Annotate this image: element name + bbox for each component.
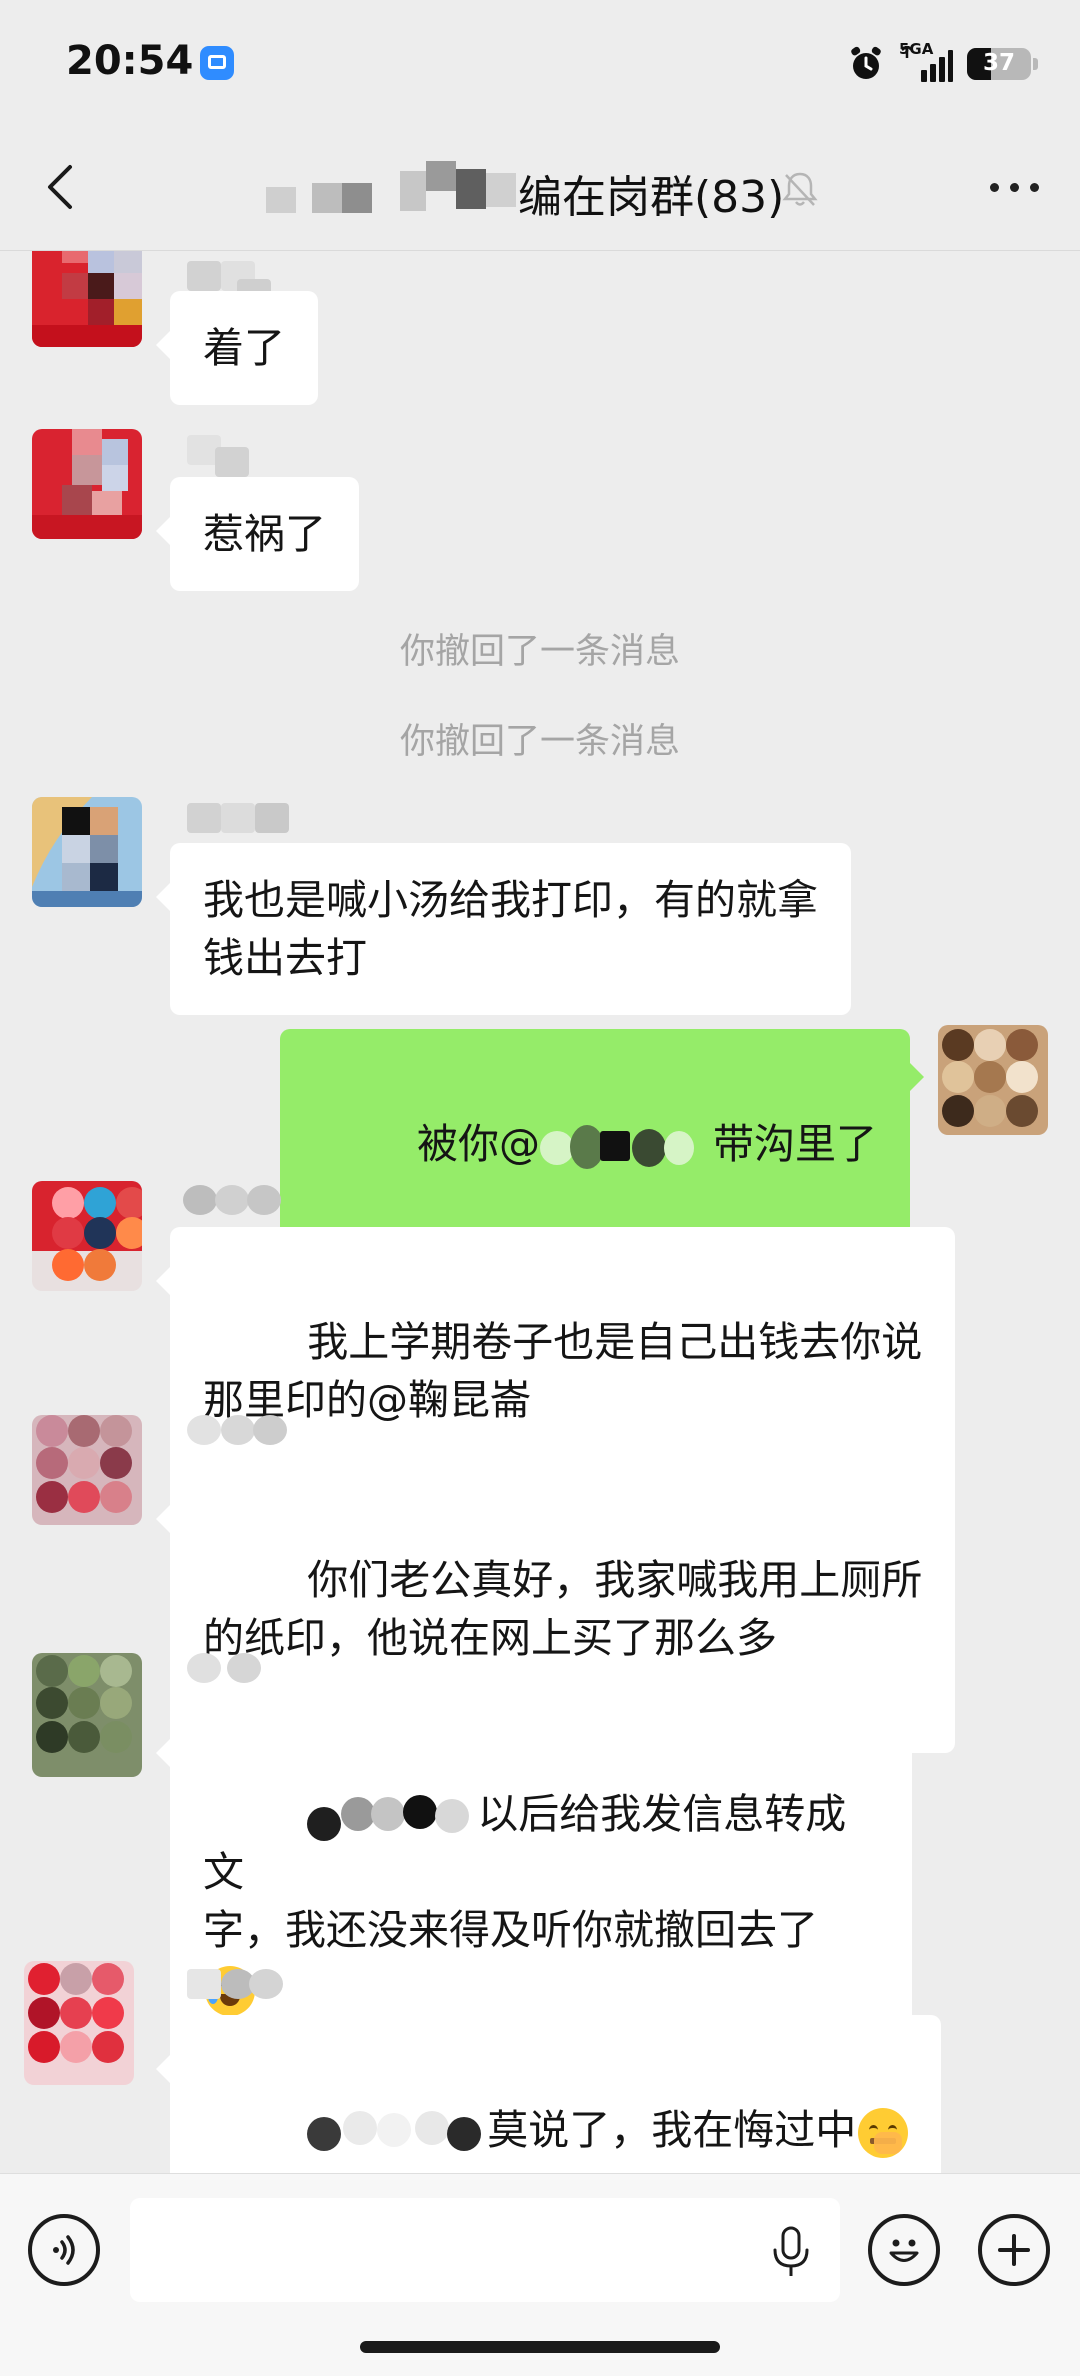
mention-redacted-blur xyxy=(539,1125,700,1169)
sender-avatar[interactable] xyxy=(32,797,142,907)
sender-avatar[interactable] xyxy=(32,1181,142,1291)
sender-avatar[interactable] xyxy=(32,1653,142,1777)
chat-title-area[interactable]: 编在岗群(83) xyxy=(250,155,830,223)
message-bubble[interactable]: 莫说了，我在悔过中 xyxy=(155,2015,942,2173)
chat-header: 编在岗群(83) xyxy=(0,125,1080,251)
message-text: 莫说了，我在悔过中 xyxy=(487,2106,857,2154)
message-input[interactable] xyxy=(130,2198,840,2302)
battery-nub xyxy=(1033,58,1038,70)
bell-off-icon xyxy=(780,169,820,213)
network-type: 5GA xyxy=(899,40,934,58)
message-text: 我上学期卷子也是自己出钱去你说 那里印的@鞠昆崙 xyxy=(203,1318,923,1424)
chevron-left-icon xyxy=(48,165,72,209)
more-dot xyxy=(1010,183,1019,192)
message-text-rest: 字，我还没来得及听你就撤回去了 xyxy=(203,1906,818,1954)
status-bar: 20:54 5GA 37 xyxy=(0,0,1080,125)
recall-notice: 你撤回了一条消息 xyxy=(399,722,680,762)
back-button[interactable] xyxy=(30,155,94,219)
sender-avatar[interactable] xyxy=(32,251,142,347)
message-bubble[interactable]: 惹祸了 xyxy=(156,477,359,591)
message-bubble[interactable]: 着了 xyxy=(156,291,318,405)
title-redacted-blur xyxy=(250,161,520,215)
home-indicator xyxy=(360,2341,720,2353)
zipper-mouth-emoji xyxy=(858,2108,909,2158)
message-text-before-mention: 被你@ xyxy=(416,1120,540,1168)
sender-avatar[interactable] xyxy=(32,429,142,539)
more-dot xyxy=(990,183,999,192)
alarm-icon xyxy=(847,45,885,83)
message-bubble-outgoing[interactable]: 被你@ 带沟里了 xyxy=(279,1029,925,1259)
voice-icon xyxy=(53,2235,75,2265)
more-dot xyxy=(1030,183,1039,192)
voice-toggle-button[interactable] xyxy=(28,2214,100,2286)
microphone-icon[interactable] xyxy=(770,2226,812,2282)
my-avatar[interactable] xyxy=(938,1025,1048,1135)
message-text: 你们老公真好，我家喊我用上厕所 的纸印，他说在网上买了那么多 xyxy=(203,1556,923,1662)
more-options-button[interactable] xyxy=(980,165,1050,211)
input-bar xyxy=(0,2173,1080,2376)
plus-button[interactable] xyxy=(978,2214,1050,2286)
mention-redacted-blur xyxy=(307,1793,477,1841)
status-indicators: 5GA 37 xyxy=(847,40,1038,86)
sender-avatar[interactable] xyxy=(32,1415,142,1525)
chat-title: 编在岗群(83) xyxy=(518,172,785,223)
chat-screen: 20:54 5GA 37 编在岗群(83) 着了 惹祸了 你撤回了一条消息 你撤… xyxy=(0,0,1080,2376)
emoji-button[interactable] xyxy=(868,2214,940,2286)
message-text-line1: 以后给我发信息转成文 xyxy=(203,1790,847,1896)
recall-notice: 你撤回了一条消息 xyxy=(399,632,680,672)
sender-avatar[interactable] xyxy=(24,1961,134,2085)
emoji-icon xyxy=(889,2239,919,2262)
message-list[interactable]: 着了 惹祸了 你撤回了一条消息 你撤回了一条消息 我也是喊小汤给我打印，有的就拿… xyxy=(0,251,1080,2173)
signal-icon: 5GA xyxy=(899,40,953,82)
message-bubble[interactable]: 我也是喊小汤给我打印，有的就拿 钱出去打 xyxy=(156,843,851,1015)
mention-redacted-blur xyxy=(307,2109,487,2157)
battery-indicator: 37 xyxy=(967,48,1031,80)
notification-app-icon xyxy=(200,46,234,80)
status-time: 20:54 xyxy=(66,38,194,84)
battery-percent: 37 xyxy=(982,50,1015,76)
message-text-after-mention: 带沟里了 xyxy=(699,1120,877,1168)
